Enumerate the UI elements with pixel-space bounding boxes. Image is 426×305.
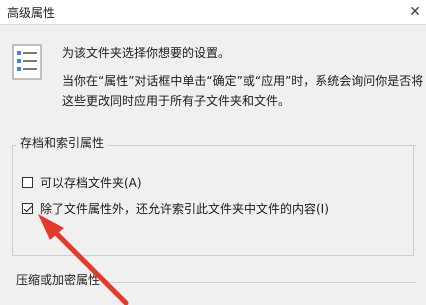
close-button[interactable]: ✕ [404, 0, 426, 24]
archive-folder-checkbox[interactable] [22, 177, 33, 188]
archive-folder-option[interactable]: 可以存档文件夹(A) [22, 174, 142, 191]
archive-group-label: 存档和索引属性 [16, 134, 109, 151]
index-content-option[interactable]: 除了文件属性外，还允许索引此文件夹中文件的内容(I) [22, 200, 329, 217]
description-line-2: 当你在“属性”对话框中单击“确定”或“应用”时，系统会询问你是否将这些更改同时应… [62, 74, 424, 108]
index-content-checkbox[interactable] [22, 203, 33, 214]
title-bar: 高级属性 ✕ [0, 0, 426, 25]
compress-group-label: 压缩或加密属性 [12, 271, 105, 288]
description-line-1: 为该文件夹选择你想要的设置。 [62, 46, 231, 60]
index-content-label: 除了文件属性外，还允许索引此文件夹中文件的内容(I) [40, 202, 329, 216]
window-title: 高级属性 [7, 6, 56, 20]
archive-folder-label: 可以存档文件夹(A) [40, 176, 142, 190]
checklist-icon [12, 44, 42, 80]
